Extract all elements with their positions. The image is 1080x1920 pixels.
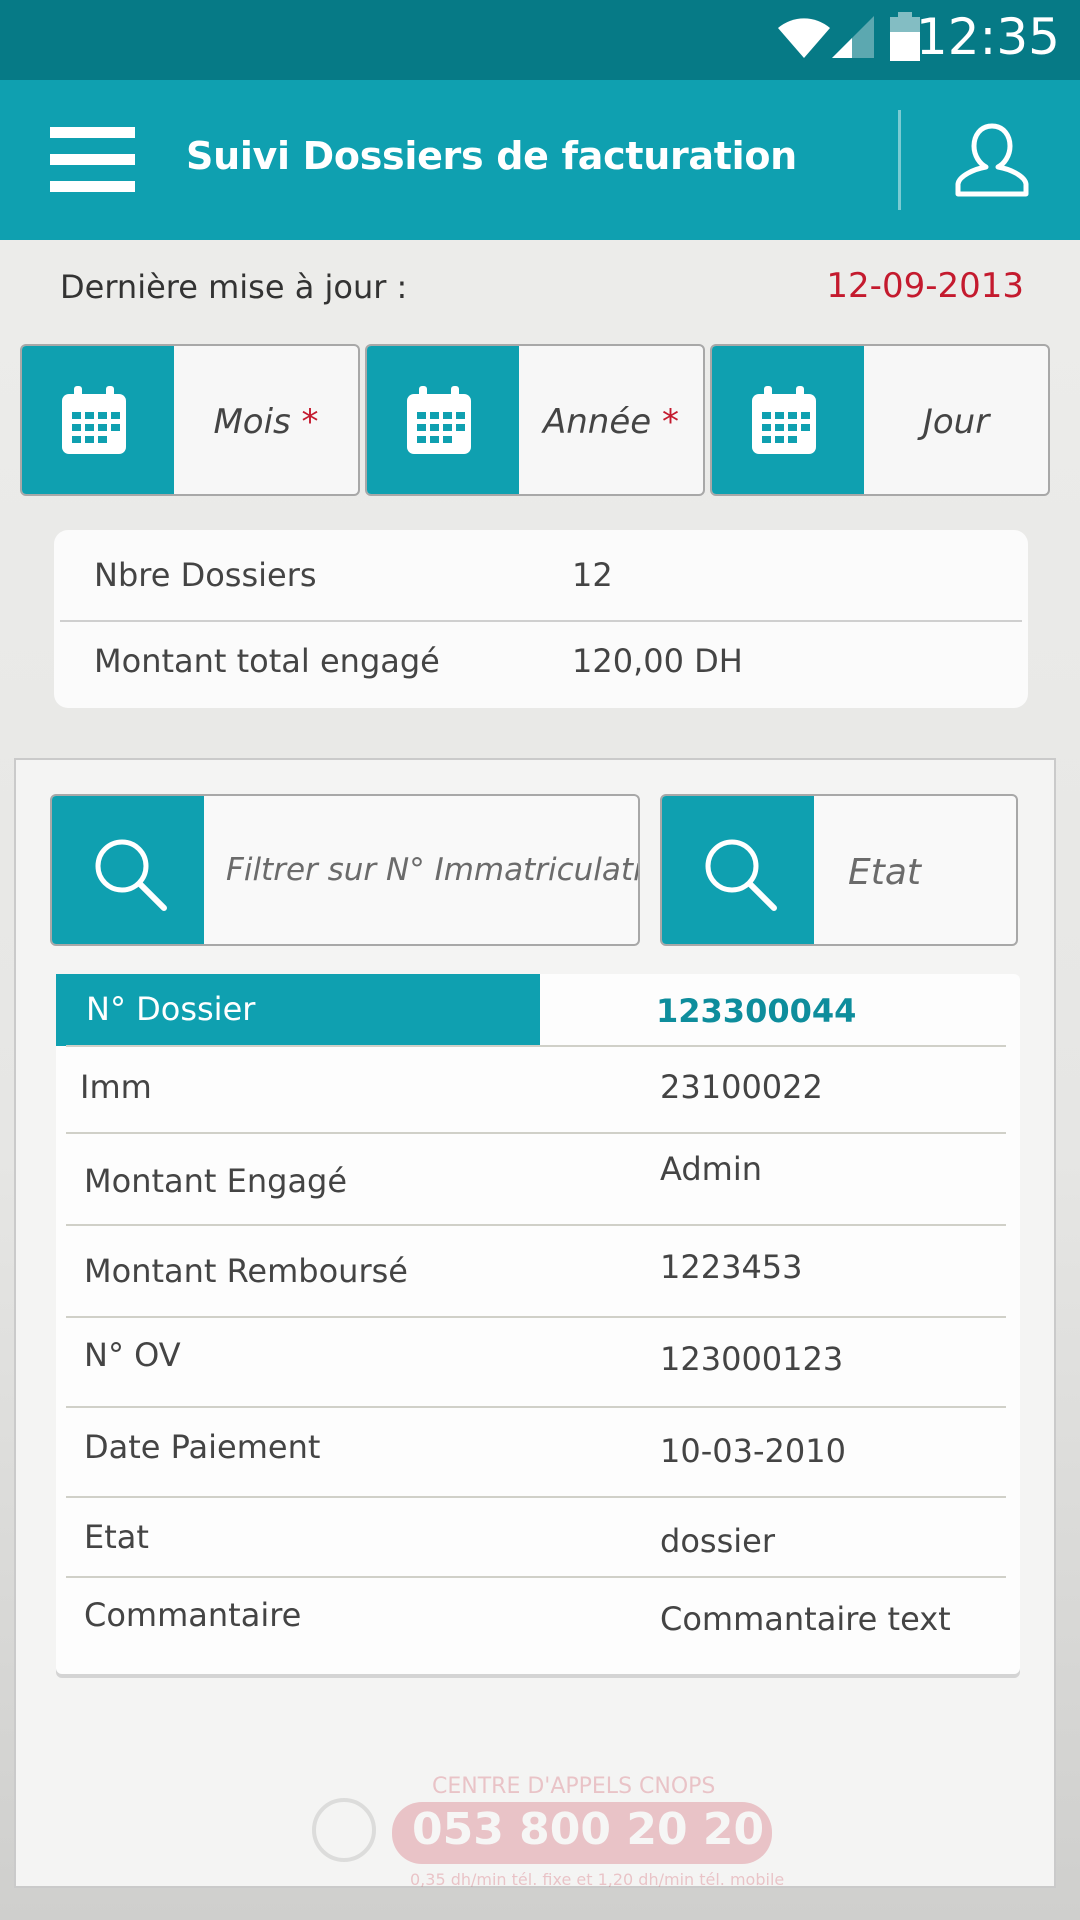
row-label: Commantaire [84, 1596, 302, 1634]
month-picker[interactable]: Mois * [20, 344, 360, 496]
row-label: Montant Remboursé [84, 1252, 408, 1290]
row-label: Etat [84, 1518, 149, 1556]
dossier-number-value[interactable]: 123300044 [656, 992, 856, 1030]
etat-filter-input[interactable]: Etat [660, 794, 1018, 946]
divider [66, 1406, 1006, 1408]
call-center-phone: 053 800 20 20 [412, 1804, 765, 1855]
hamburger-menu-icon[interactable] [50, 127, 135, 193]
immatriculation-filter-placeholder: Filtrer sur N° Immatriculation [226, 852, 640, 888]
divider [66, 1132, 1006, 1134]
call-center-banner: CENTRE D'APPELS CNOPS 053 800 20 20 0,35… [300, 1770, 784, 1890]
year-picker[interactable]: Année * [365, 344, 705, 496]
calendar-icon [752, 386, 816, 454]
app-bar-divider [898, 110, 901, 210]
divider [66, 1224, 1006, 1226]
page-title: Suivi Dossiers de facturation [186, 134, 797, 178]
month-picker-label: Mois [213, 402, 291, 442]
row-value: Admin [660, 1150, 762, 1188]
call-center-rates: 0,35 dh/min tél. fixe et 1,20 dh/min tél… [410, 1870, 785, 1889]
phone-icon [312, 1798, 376, 1862]
immatriculation-filter-input[interactable]: Filtrer sur N° Immatriculation [50, 794, 640, 946]
row-label: Date Paiement [84, 1428, 321, 1466]
divider [66, 1316, 1006, 1318]
summary-row: Nbre Dossiers 12 [54, 530, 1028, 616]
row-value: 123000123 [660, 1340, 844, 1378]
call-center-title: CENTRE D'APPELS CNOPS [432, 1774, 716, 1799]
day-picker[interactable]: Jour [710, 344, 1050, 496]
divider [66, 1576, 1006, 1578]
year-picker-label: Année [542, 402, 652, 442]
last-update-label: Dernière mise à jour : [60, 268, 408, 306]
wifi-icon [778, 18, 830, 58]
row-value: 1223453 [660, 1248, 803, 1286]
status-bar: 12:35 [0, 0, 1080, 80]
required-marker: * [301, 402, 319, 442]
user-profile-icon[interactable] [954, 120, 1030, 200]
row-label: Imm [80, 1068, 152, 1106]
summary-card: Nbre Dossiers 12 Montant total engagé 12… [54, 530, 1028, 708]
summary-value: 120,00 DH [572, 642, 743, 680]
last-update-date: 12-09-2013 [826, 266, 1024, 306]
summary-label: Montant total engagé [94, 642, 440, 680]
calendar-icon [407, 386, 471, 454]
calendar-icon [62, 386, 126, 454]
etat-filter-placeholder: Etat [848, 852, 922, 893]
signal-icon [832, 16, 874, 58]
dossier-number-label: N° Dossier [56, 974, 540, 1046]
search-icon [705, 839, 777, 911]
divider [66, 1496, 1006, 1498]
row-value: 10-03-2010 [660, 1432, 846, 1470]
search-icon [95, 839, 167, 911]
row-value: Commantaire text [660, 1600, 951, 1638]
status-time: 12:35 [915, 8, 1060, 66]
row-label: Montant Engagé [84, 1162, 348, 1200]
summary-label: Nbre Dossiers [94, 556, 317, 594]
dossier-detail-table: N° Dossier 123300044 Imm 23100022 Montan… [56, 974, 1020, 1674]
required-marker: * [662, 402, 679, 442]
divider [66, 1045, 1006, 1047]
row-value: dossier [660, 1522, 775, 1560]
row-value: 23100022 [660, 1068, 823, 1106]
row-label: N° OV [84, 1336, 181, 1374]
summary-row: Montant total engagé 120,00 DH [54, 616, 1028, 702]
summary-value: 12 [572, 556, 613, 594]
app-bar: Suivi Dossiers de facturation [0, 80, 1080, 240]
day-picker-label: Jour [922, 402, 990, 442]
